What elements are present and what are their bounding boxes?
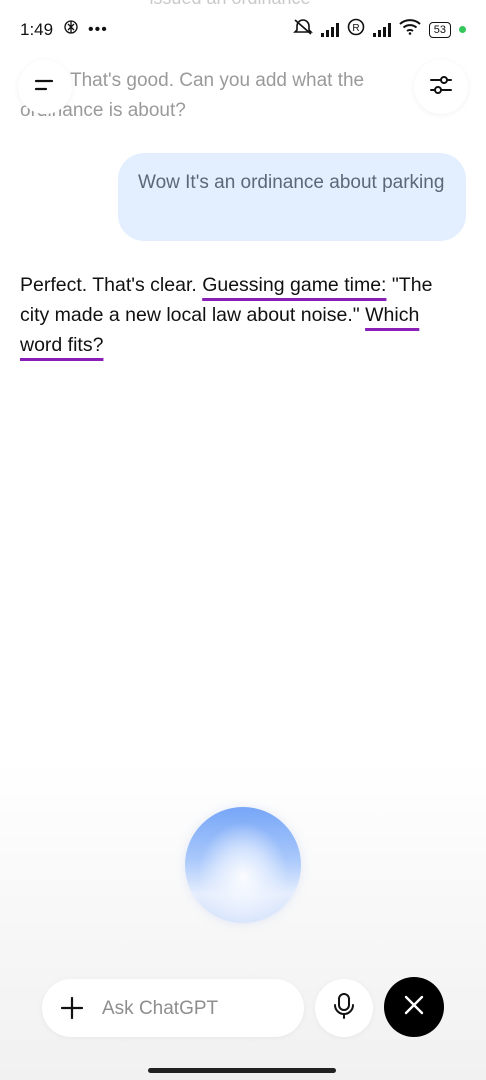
status-dot <box>459 26 466 33</box>
faded-previous-message: issued an ordinance <box>120 0 340 26</box>
home-indicator[interactable] <box>148 1068 336 1073</box>
more-icon: ••• <box>88 20 108 38</box>
ask-chatgpt-input[interactable] <box>100 993 294 1025</box>
microphone-button[interactable] <box>315 979 373 1037</box>
assistant-highlight: Guessing game time: <box>202 274 387 296</box>
assistant-text-part: Perfect. That's clear. <box>20 274 203 296</box>
close-voice-button[interactable] <box>384 977 444 1037</box>
user-message-bubble: Wow It's an ordinance about parking <box>118 153 466 241</box>
chatgpt-icon <box>62 18 80 41</box>
assistant-message: Perfect. That's clear. Guessing game tim… <box>20 270 460 360</box>
voice-orb <box>185 807 301 923</box>
menu-button[interactable] <box>18 60 72 114</box>
svg-text:R: R <box>352 23 359 34</box>
faded-user-message: That's good. Can you add what the ordina… <box>20 70 365 121</box>
microphone-icon <box>333 992 355 1025</box>
roaming-icon: R <box>347 18 365 41</box>
status-time: 1:49 <box>20 20 54 39</box>
plus-icon[interactable] <box>60 996 84 1020</box>
composer <box>42 979 304 1037</box>
signal-icon <box>372 22 391 37</box>
close-icon <box>403 994 425 1021</box>
battery-icon: 53 <box>428 21 451 38</box>
settings-button[interactable] <box>414 60 468 114</box>
menu-icon <box>33 75 57 100</box>
wifi-icon <box>399 19 421 40</box>
sliders-icon <box>428 72 454 103</box>
